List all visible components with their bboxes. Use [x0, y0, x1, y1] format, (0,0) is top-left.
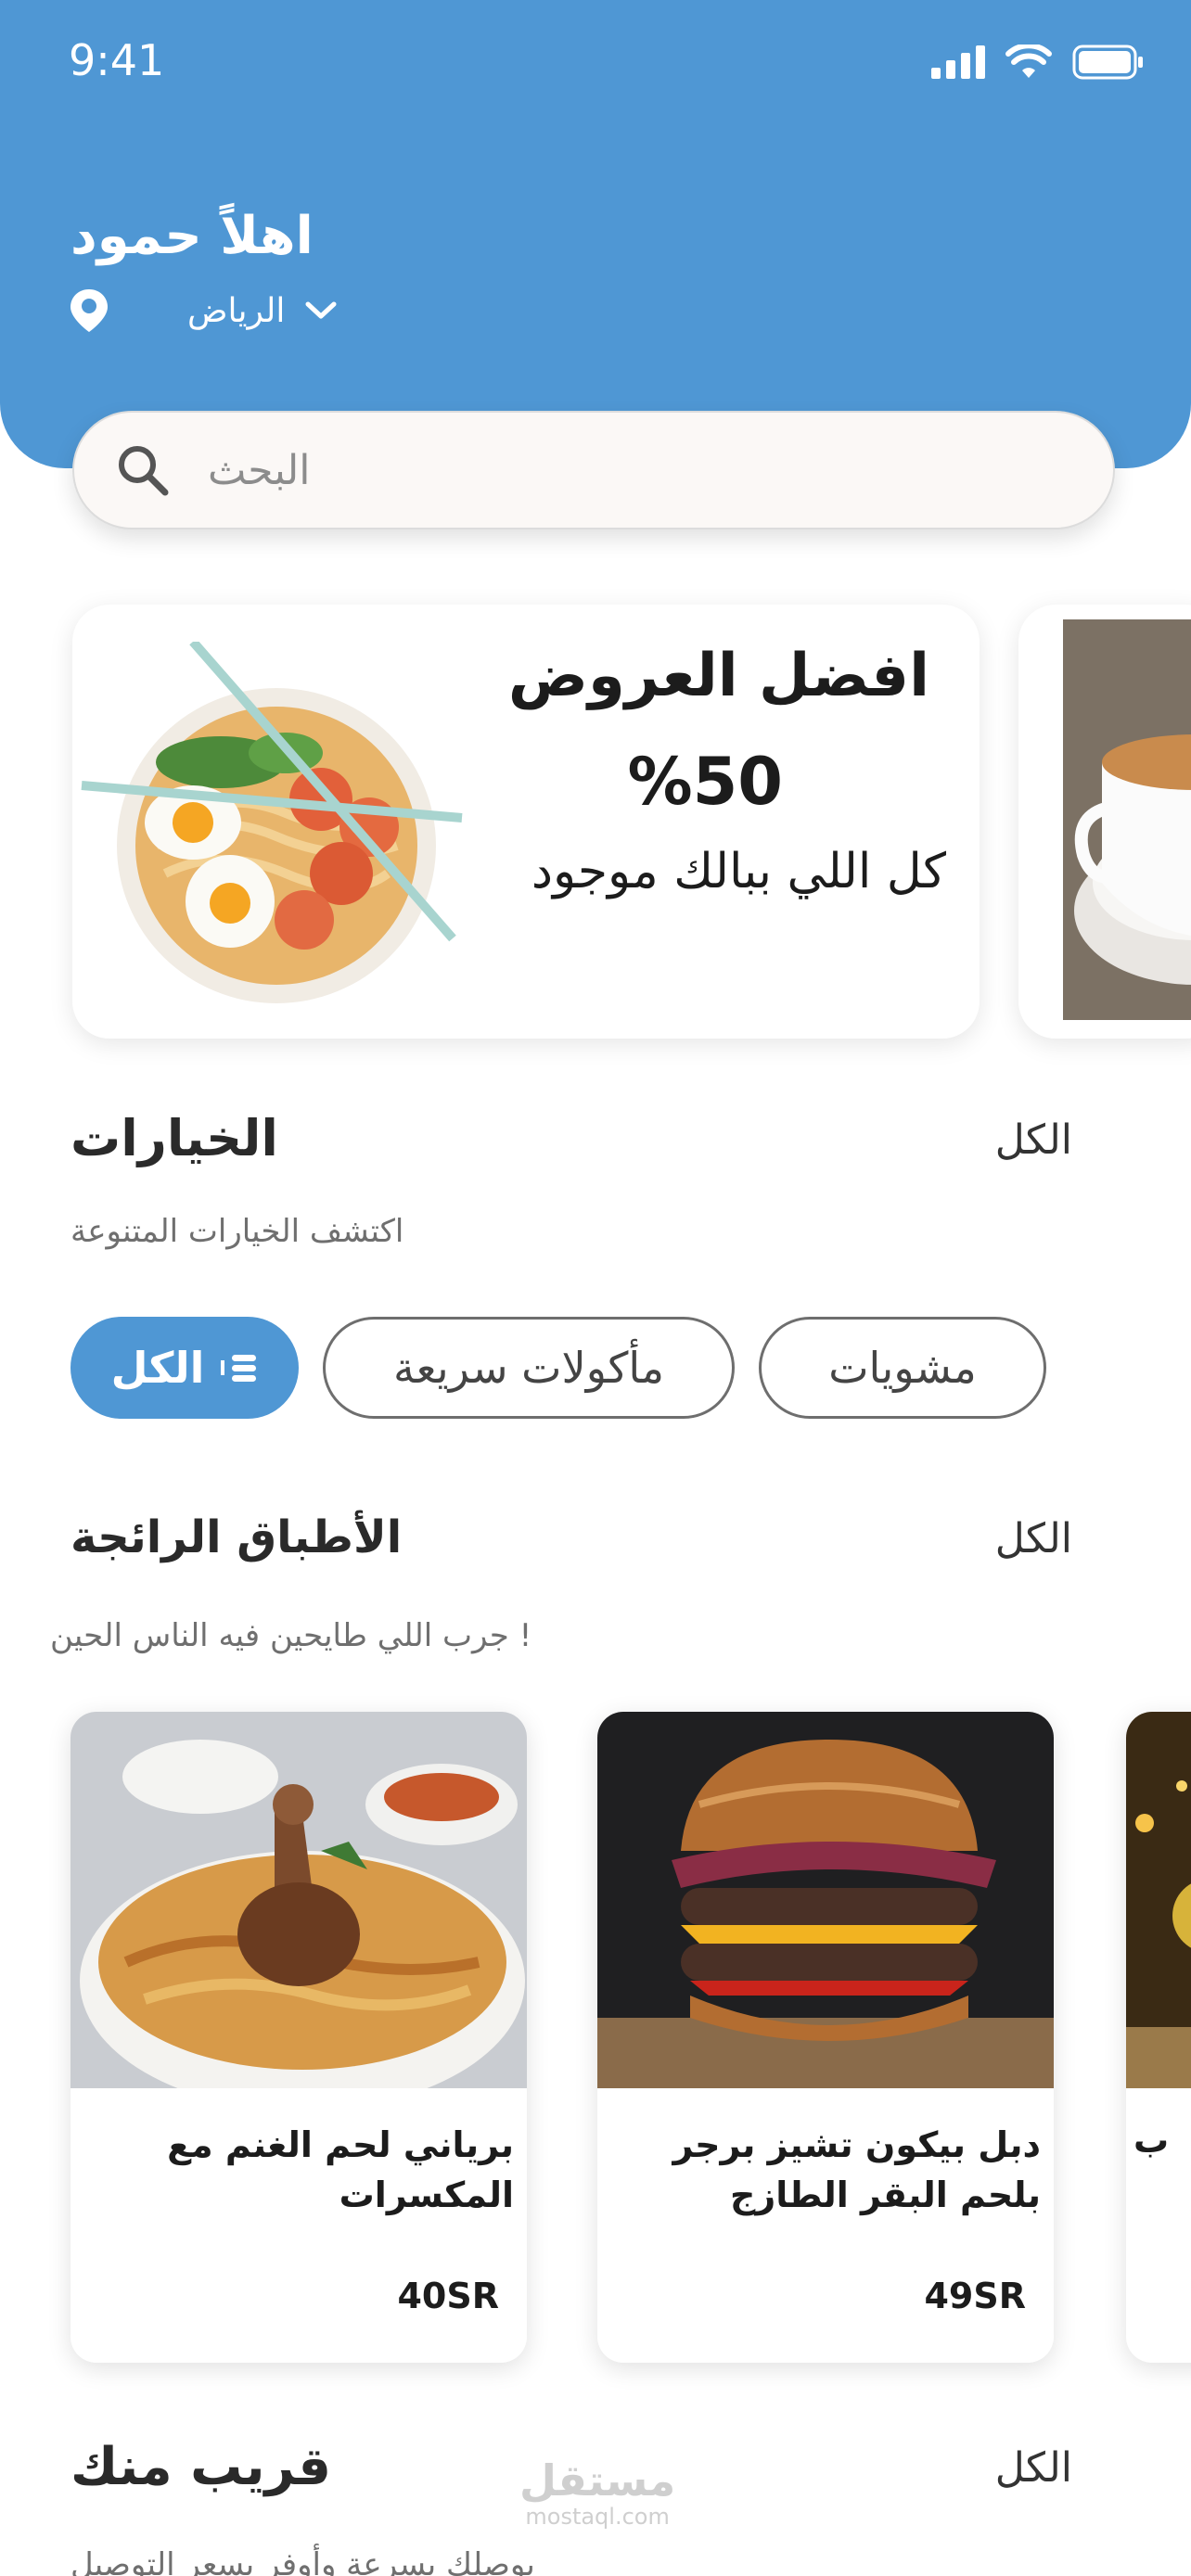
dish-image [1126, 1712, 1191, 2088]
dish-name: دبل بيكون تشيز برجر بلحم البقر الطازج [672, 2124, 1041, 2215]
nearby-title: قريب منك [70, 2437, 331, 2497]
noodle-bowl-image [81, 642, 463, 1003]
promo-banner-next[interactable] [1018, 605, 1191, 1039]
search-icon [119, 446, 169, 496]
chip-label: الكل [110, 1343, 205, 1393]
watermark-latin: mostaql.com [525, 2504, 670, 2530]
food-stack-icon [221, 1355, 257, 1382]
dish-name: ب [1133, 2120, 1170, 2161]
battery-icon [1072, 45, 1143, 80]
nearby-see-all-link[interactable]: الكل [995, 2444, 1072, 2492]
location-selector[interactable]: الرياض [69, 287, 337, 334]
chip-grills[interactable]: مشويات [759, 1317, 1046, 1419]
dish-card[interactable]: دبل بيكون تشيز برجر بلحم البقر الطازج 49… [597, 1712, 1054, 2363]
options-title: الخيارات [70, 1109, 278, 1167]
location-pin-icon [70, 289, 108, 332]
burger-image [597, 1712, 1054, 2088]
coffee-image [1063, 619, 1191, 1020]
signal-icon [931, 45, 985, 79]
options-see-all-link[interactable]: الكل [995, 1116, 1072, 1164]
dish-card[interactable]: ب [1126, 1712, 1191, 2363]
chip-label: مأكولات سريعة [392, 1343, 665, 1393]
popular-see-all-link[interactable]: الكل [995, 1515, 1072, 1562]
search-bar[interactable]: البحث [72, 411, 1115, 529]
dish-name: برياني لحم الغنم مع المكسرات [167, 2124, 514, 2215]
greeting: اهلاً حمود [70, 206, 314, 266]
chip-all[interactable]: الكل [70, 1317, 299, 1419]
promo-subtitle: كل اللي ببالك موجود [531, 844, 946, 899]
promo-percent: %50 [627, 744, 783, 820]
options-subtitle: اكتشف الخيارات المتنوعة [70, 1213, 404, 1250]
wifi-icon [1005, 45, 1052, 78]
dish-price: 49SR [924, 2276, 1026, 2316]
chevron-down-icon [305, 301, 337, 319]
watermark: مستقل mostaql.com [519, 2457, 675, 2530]
header: 9:41 اهلاً حمود الرياض [0, 0, 1191, 468]
chip-label: مشويات [828, 1343, 977, 1393]
promo-title: افضل العروض [507, 642, 929, 710]
popular-subtitle: جرب اللي طايحين فيه الناس الحين ! [50, 1617, 532, 1654]
chip-fast-food[interactable]: مأكولات سريعة [323, 1317, 735, 1419]
status-time: 9:41 [69, 35, 165, 85]
city-label: الرياض [187, 291, 286, 330]
search-placeholder: البحث [208, 446, 311, 494]
watermark-arabic: مستقل [519, 2455, 676, 2506]
dish-price: 40SR [397, 2276, 499, 2316]
promo-banner[interactable]: افضل العروض %50 كل اللي ببالك موجود [72, 605, 980, 1039]
nearby-subtitle: يوصلك بسرعة وأوفر بسعر التوصيل [70, 2546, 535, 2576]
status-icons [931, 45, 1145, 80]
dish-card[interactable]: برياني لحم الغنم مع المكسرات 40SR [70, 1712, 527, 2363]
biryani-image [70, 1712, 527, 2088]
popular-title: الأطباق الرائجة [70, 1511, 403, 1563]
